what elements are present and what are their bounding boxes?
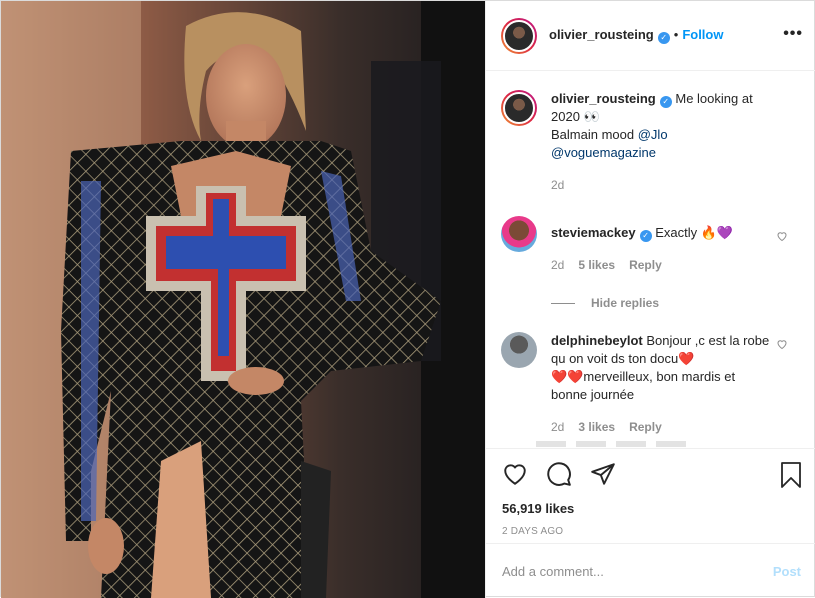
like-comment-heart-icon[interactable] — [776, 338, 788, 350]
hide-replies-button[interactable]: Hide replies — [551, 296, 802, 310]
follow-button[interactable]: Follow — [682, 27, 723, 42]
comment-item: steviemackey ✓ Exactly 🔥💜 2d 5 likes Reply — [501, 216, 802, 274]
post-date[interactable]: 2 DAYS AGO — [502, 526, 801, 537]
post-sidebar: olivier_rousteing ✓ • Follow ••• olivier_ro… — [485, 1, 815, 598]
like-comment-heart-icon[interactable] — [776, 230, 788, 242]
reply-button[interactable]: Reply — [629, 258, 662, 272]
post-photo[interactable] — [1, 1, 485, 598]
post-actions: 56,919 likes 2 DAYS AGO — [486, 448, 815, 548]
author-username[interactable]: olivier_rousteing — [549, 27, 654, 42]
mention-voguemagazine[interactable]: @voguemagazine — [551, 145, 656, 160]
comment-likes[interactable]: 5 likes — [578, 258, 615, 272]
caption-username[interactable]: olivier_rousteing — [551, 91, 656, 106]
post-header: olivier_rousteing ✓ • Follow ••• — [486, 1, 815, 71]
heart-icon[interactable] — [502, 461, 530, 489]
verified-icon: ✓ — [639, 230, 652, 242]
caption-body: olivier_rousteing ✓ Me looking at 2020 👀 … — [551, 90, 773, 194]
comment-input[interactable] — [502, 563, 773, 579]
add-comment-bar: Post — [486, 543, 815, 598]
reply-button[interactable]: Reply — [629, 420, 662, 434]
hide-replies-label: Hide replies — [591, 296, 660, 310]
photo-image — [1, 1, 485, 598]
commenter-avatar[interactable] — [501, 332, 537, 368]
comment-time[interactable]: 2d — [551, 420, 564, 434]
comment-text: Exactly — [655, 225, 698, 240]
heart-emoji: ❤️ — [678, 351, 695, 366]
caption-avatar[interactable] — [501, 90, 537, 126]
likes-count[interactable]: 56,919 likes — [502, 501, 801, 516]
hide-replies-line — [551, 302, 575, 304]
instagram-post: olivier_rousteing ✓ • Follow ••• olivier_ro… — [0, 0, 815, 598]
comment-icon[interactable] — [546, 461, 574, 489]
mention-jlo[interactable]: @Jlo — [638, 127, 668, 142]
commenter-username[interactable]: delphinebeylot — [551, 333, 643, 348]
more-replies-indicator — [536, 441, 686, 447]
verified-icon: ✓ — [657, 32, 670, 44]
comment-likes[interactable]: 3 likes — [578, 420, 615, 434]
caption-mood: Balmain mood — [551, 127, 635, 142]
commenter-username[interactable]: steviemackey — [551, 225, 636, 240]
bookmark-icon[interactable] — [779, 461, 803, 489]
caption-time[interactable]: 2d — [551, 178, 564, 192]
comments-list[interactable]: olivier_rousteing ✓ Me looking at 2020 👀 … — [486, 72, 815, 447]
hearts-emoji: ❤️❤️ — [551, 369, 584, 384]
post-comment-button[interactable]: Post — [773, 564, 801, 579]
eyes-emoji: 👀 — [583, 109, 600, 124]
fire-heart-emoji: 🔥💜 — [700, 225, 734, 240]
comment-time[interactable]: 2d — [551, 258, 564, 272]
commenter-avatar[interactable] — [501, 216, 537, 252]
separator-dot: • — [673, 27, 679, 42]
caption: olivier_rousteing ✓ Me looking at 2020 👀 … — [501, 90, 802, 194]
comment-item: delphinebeylot Bonjour ,c est la robe qu… — [501, 332, 802, 436]
more-icon[interactable]: ••• — [783, 25, 803, 43]
author-avatar[interactable] — [501, 17, 537, 54]
share-icon[interactable] — [590, 461, 618, 489]
verified-icon: ✓ — [659, 96, 672, 108]
